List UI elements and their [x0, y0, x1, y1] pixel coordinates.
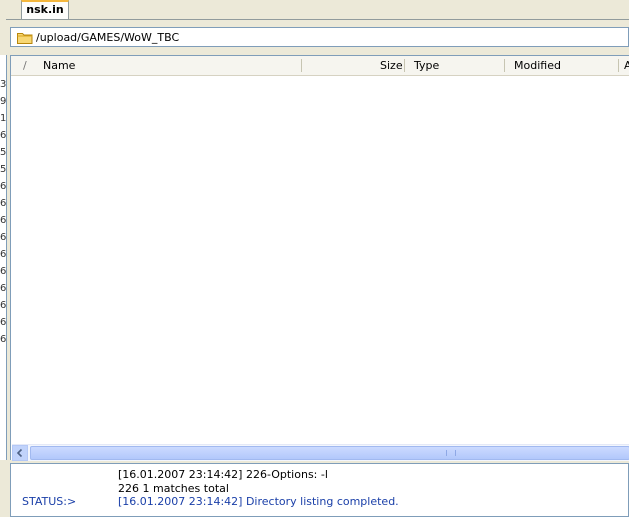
left-pane-char: 6	[0, 216, 6, 226]
left-pane-char: 6	[0, 301, 6, 311]
left-pane-char: 3	[0, 80, 6, 90]
path-input[interactable]: /upload/GAMES/WoW_TBC	[10, 27, 629, 47]
column-separator[interactable]	[504, 59, 505, 72]
left-pane-char: 6	[0, 335, 6, 345]
tab-bar	[6, 0, 629, 20]
column-separator[interactable]	[301, 59, 302, 72]
sort-indicator[interactable]: /	[23, 56, 27, 75]
left-pane-char: 6	[0, 199, 6, 209]
left-pane-lower	[0, 460, 6, 517]
left-pane-char: 9	[0, 97, 6, 107]
path-bar: /upload/GAMES/WoW_TBC	[6, 20, 629, 54]
left-pane-char: 5	[0, 148, 6, 158]
left-pane-char: 6	[0, 250, 6, 260]
column-header-size[interactable]: Size	[380, 56, 403, 75]
log-panel[interactable]: [16.01.2007 23:14:42] 226-Options: -l 22…	[10, 463, 629, 517]
left-pane-char: 6	[0, 233, 6, 243]
tab-nsk-in[interactable]: nsk.in	[21, 0, 69, 19]
folder-icon	[17, 33, 33, 44]
list-header: / Name Size Type Modified A	[11, 56, 629, 76]
column-header-type[interactable]: Type	[414, 56, 439, 75]
left-pane-partial[interactable]: 3 9 1 6 5 5 6 6 6 6 6 6 6 6 6 6	[0, 55, 7, 460]
column-header-name[interactable]: Name	[43, 56, 75, 75]
left-pane-char: 6	[0, 182, 6, 192]
arrow-left-icon	[16, 448, 23, 458]
log-line: [16.01.2007 23:14:42] 226-Options: -l	[118, 468, 328, 481]
log-line-status: [16.01.2007 23:14:42] Directory listing …	[118, 495, 399, 508]
path-text: /upload/GAMES/WoW_TBC	[36, 31, 180, 44]
column-header-modified[interactable]: Modified	[514, 56, 561, 75]
column-separator[interactable]	[618, 59, 619, 72]
left-pane-char: 6	[0, 284, 6, 294]
column-header-attributes[interactable]: A	[624, 56, 629, 75]
horizontal-scrollbar[interactable]	[12, 444, 629, 461]
grip-icon	[446, 450, 456, 456]
left-pane-char: 6	[0, 131, 6, 141]
left-pane-char: 1	[0, 114, 6, 124]
scrollbar-thumb[interactable]	[30, 446, 629, 460]
left-pane-char: 6	[0, 318, 6, 328]
left-pane-char: 5	[0, 165, 6, 175]
file-list[interactable]: / Name Size Type Modified A	[10, 55, 629, 461]
log-line: 226 1 matches total	[118, 482, 229, 495]
column-separator[interactable]	[404, 59, 405, 72]
scroll-left-button[interactable]	[12, 445, 28, 461]
log-prefix-status: STATUS:>	[22, 495, 77, 508]
left-pane-char: 6	[0, 267, 6, 277]
